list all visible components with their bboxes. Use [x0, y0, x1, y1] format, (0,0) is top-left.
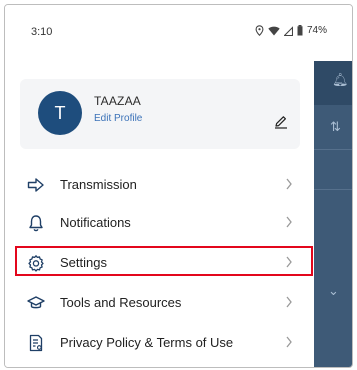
chevron-right-icon: [286, 336, 292, 348]
menu-item-label: Notifications: [60, 215, 131, 230]
background-divider: [314, 149, 352, 150]
menu-item-label: Tools and Resources: [60, 295, 182, 310]
phone-screen: 🔔︎ ⇅ ⌄ 3:10 74% T TAAZAA Edit Profile Tr…: [4, 4, 353, 368]
location-icon: [255, 25, 264, 36]
sort-icon: ⇅: [330, 119, 341, 134]
menu-item-tools-and-resources[interactable]: Tools and Resources: [5, 283, 314, 323]
background-divider: [314, 189, 352, 190]
background-app-header: 🔔︎: [314, 61, 352, 105]
signal-icon: [284, 25, 293, 36]
battery-level: 74%: [307, 25, 328, 36]
wifi-icon: [268, 26, 280, 35]
chevron-right-icon: [286, 178, 292, 190]
chevron-right-icon: [286, 296, 292, 308]
menu-item-label: Privacy Policy & Terms of Use: [60, 335, 234, 350]
battery-icon: [297, 25, 303, 36]
pencil-icon[interactable]: [274, 115, 288, 129]
menu-item-label: Transmission: [60, 177, 137, 192]
menu-item-notifications[interactable]: Notifications: [5, 203, 314, 243]
profile-card[interactable]: T TAAZAA Edit Profile: [20, 79, 300, 149]
edit-profile-link[interactable]: Edit Profile: [94, 113, 142, 124]
status-time: 3:10: [31, 26, 53, 38]
settings-highlight-box: [15, 246, 313, 276]
background-app: 🔔︎ ⇅ ⌄: [314, 61, 352, 367]
menu-item-privacy-policy[interactable]: Privacy Policy & Terms of Use: [5, 323, 314, 363]
document-icon: [29, 334, 43, 352]
menu-item-transmission[interactable]: Transmission: [5, 165, 314, 205]
bell-icon: 🔔︎: [332, 72, 349, 87]
status-icons: 74%: [255, 25, 327, 36]
chevron-down-icon: ⌄: [328, 283, 339, 298]
profile-name: TAAZAA: [94, 94, 141, 108]
arrow-right-icon: [27, 178, 44, 192]
graduation-cap-icon: [27, 296, 45, 309]
avatar-initial: T: [54, 102, 66, 123]
status-bar: 3:10 74%: [5, 5, 352, 59]
navigation-drawer: T TAAZAA Edit Profile Transmission Notif…: [5, 59, 314, 367]
avatar[interactable]: T: [38, 91, 82, 135]
chevron-right-icon: [286, 216, 292, 228]
bell-icon: [29, 215, 43, 232]
